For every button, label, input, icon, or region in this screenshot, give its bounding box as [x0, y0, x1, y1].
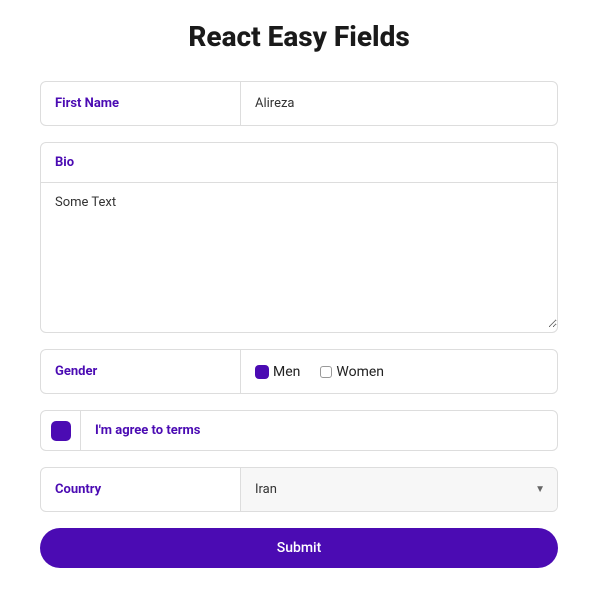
terms-checkbox-container[interactable]	[41, 411, 81, 450]
first-name-label: First Name	[41, 82, 241, 125]
gender-women-label: Women	[336, 364, 384, 380]
page-title: React Easy Fields	[40, 20, 558, 53]
country-select[interactable]: Iran	[241, 468, 557, 511]
submit-button[interactable]: Submit	[40, 528, 558, 568]
terms-field-row: I'm agree to terms	[40, 410, 558, 451]
gender-option-men[interactable]: Men	[255, 364, 300, 380]
first-name-input[interactable]	[241, 82, 557, 125]
country-label: Country	[41, 468, 241, 511]
country-field-row: Country Iran ▼	[40, 467, 558, 512]
first-name-field-row: First Name	[40, 81, 558, 126]
bio-textarea[interactable]	[41, 183, 557, 328]
country-select-wrapper: Iran ▼	[241, 468, 557, 511]
checkbox-checked-icon	[51, 421, 71, 441]
bio-label: Bio	[41, 143, 557, 183]
gender-option-women[interactable]: Women	[320, 364, 384, 380]
bio-field-group: Bio	[40, 142, 558, 333]
radio-unchecked-icon	[320, 366, 332, 378]
terms-label: I'm agree to terms	[81, 411, 557, 450]
gender-field-row: Gender Men Women	[40, 349, 558, 394]
gender-men-label: Men	[273, 364, 300, 380]
radio-checked-icon	[255, 365, 269, 379]
gender-label: Gender	[41, 350, 241, 393]
gender-radio-group: Men Women	[241, 350, 557, 393]
